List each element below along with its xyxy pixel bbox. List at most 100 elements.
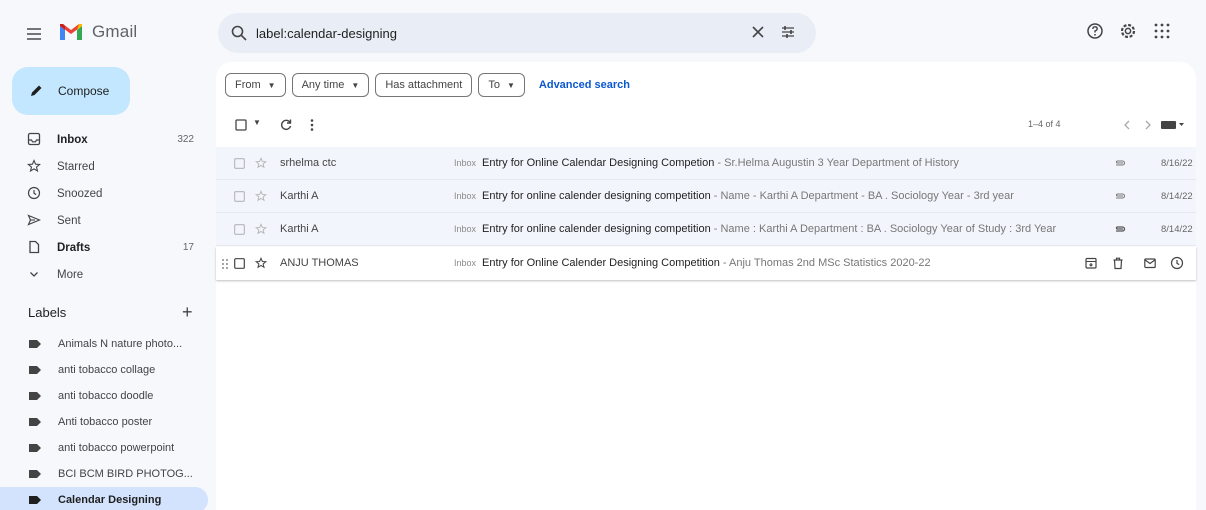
apps-grid-icon[interactable] (1153, 22, 1171, 40)
select-dropdown-icon[interactable]: ▼ (253, 118, 261, 127)
label-item[interactable]: Anti tobacco poster (0, 409, 208, 435)
search-bar[interactable] (218, 13, 816, 53)
label-item[interactable]: anti tobacco powerpoint (0, 435, 208, 461)
inbox-icon (27, 132, 41, 146)
compose-button[interactable]: Compose (12, 67, 130, 115)
row-checkbox[interactable] (234, 258, 245, 269)
row-checkbox[interactable] (234, 224, 245, 235)
label-tag-icon (29, 496, 41, 504)
refresh-icon[interactable] (279, 118, 293, 132)
chevron-right-icon[interactable] (1142, 118, 1154, 132)
sidebar-item-more[interactable]: More (0, 261, 208, 288)
chevron-down-icon (27, 267, 41, 281)
label-item[interactable]: BCI BCM BIRD PHOTOG... (0, 461, 208, 487)
send-icon (27, 213, 41, 227)
sidebar-item-starred[interactable]: Starred (0, 153, 208, 180)
search-filter-chips: From ▼ Any time ▼ Has attachment To ▼ Advan… (225, 73, 630, 97)
sidebar-item-label: Sent (57, 214, 81, 227)
inbox-label-tag[interactable]: Inbox (454, 224, 476, 234)
attachment-filter-chip[interactable]: Has attachment (375, 73, 473, 97)
create-label-button[interactable]: + (182, 302, 193, 323)
sidebar-item-snoozed[interactable]: Snoozed (0, 180, 208, 207)
clear-search-icon[interactable] (749, 23, 767, 41)
search-icon[interactable] (230, 24, 248, 42)
star-icon[interactable] (255, 257, 267, 269)
inbox-label-tag[interactable]: Inbox (454, 191, 476, 201)
email-row[interactable]: srhelma ctc Inbox Entry for Online Calen… (216, 147, 1196, 180)
sidebar-nav: Inbox 322 Starred Snoozed Sent Drafts 17… (0, 126, 208, 288)
email-subject: Entry for online calender designing comp… (482, 223, 711, 235)
label-tag-icon (29, 418, 41, 426)
email-row[interactable]: Karthi A Inbox Entry for online calender… (216, 213, 1196, 246)
row-checkbox[interactable] (234, 191, 245, 202)
gmail-logo[interactable]: Gmail (58, 22, 137, 42)
label-item[interactable]: anti tobacco doodle (0, 383, 208, 409)
label-item-calendar-designing[interactable]: Calendar Designing (0, 487, 208, 510)
time-filter-chip[interactable]: Any time ▼ (291, 73, 370, 97)
pencil-icon (28, 83, 44, 99)
sidebar-item-drafts[interactable]: Drafts 17 (0, 234, 208, 261)
email-date: 8/14/22 (1161, 224, 1193, 235)
sidebar-item-inbox[interactable]: Inbox 322 (0, 126, 208, 153)
main-menu-icon[interactable] (24, 24, 44, 44)
attachment-icon (1114, 223, 1128, 237)
advanced-search-link[interactable]: Advanced search (539, 73, 630, 97)
label-tag-icon (29, 340, 41, 348)
label-tag-icon (29, 366, 41, 374)
label-item[interactable]: Animals N nature photo... (0, 331, 208, 357)
label-item[interactable]: anti tobacco collage (0, 357, 208, 383)
inbox-label-tag[interactable]: Inbox (454, 258, 476, 268)
list-toolbar: ▼ 1–4 of 4 (216, 114, 1196, 138)
attachment-icon (1114, 190, 1128, 204)
inbox-label-tag[interactable]: Inbox (454, 158, 476, 168)
email-sender: srhelma ctc (280, 157, 337, 169)
label-name: Anti tobacco poster (58, 416, 153, 428)
delete-icon[interactable] (1111, 256, 1125, 270)
chevron-left-icon[interactable] (1121, 118, 1133, 132)
sidebar-item-label: Inbox (57, 133, 88, 146)
mark-unread-icon[interactable] (1143, 256, 1157, 270)
more-options-icon[interactable] (309, 118, 315, 132)
app-name: Gmail (92, 22, 138, 41)
search-input[interactable] (256, 25, 746, 41)
chip-label: Any time (301, 79, 345, 91)
email-subject: Entry for Online Calendar Designing Comp… (482, 157, 715, 169)
label-name: Calendar Designing (58, 494, 162, 506)
dropdown-caret-icon: ▼ (351, 80, 360, 90)
email-subject-line: Entry for Online Calender Designing Comp… (482, 257, 1062, 269)
star-icon[interactable] (255, 157, 267, 169)
star-icon (27, 159, 41, 173)
label-tag-icon (29, 470, 41, 478)
email-subject-line: Entry for Online Calendar Designing Comp… (482, 157, 1112, 169)
email-snippet: - Anju Thomas 2nd MSc Statistics 2020-22 (719, 257, 931, 269)
snooze-clock-icon[interactable] (1170, 256, 1184, 270)
settings-gear-icon[interactable] (1119, 22, 1137, 40)
help-icon[interactable] (1086, 22, 1104, 40)
search-options-icon[interactable] (779, 23, 797, 41)
sidebar-item-label: More (57, 268, 84, 281)
drag-handle-icon[interactable] (221, 258, 229, 270)
row-checkbox[interactable] (234, 158, 245, 169)
to-filter-chip[interactable]: To ▼ (478, 73, 525, 97)
archive-icon[interactable] (1084, 256, 1098, 270)
from-filter-chip[interactable]: From ▼ (225, 73, 286, 97)
chip-label: To (488, 79, 500, 91)
email-sender: Karthi A (280, 223, 319, 235)
mail-list-panel: From ▼ Any time ▼ Has attachment To ▼ Advan… (216, 62, 1196, 510)
label-name: anti tobacco doodle (58, 390, 154, 402)
email-row-hovered[interactable]: ANJU THOMAS Inbox Entry for Online Calen… (216, 247, 1196, 280)
email-subject-line: Entry for online calender designing comp… (482, 223, 1112, 235)
star-icon[interactable] (255, 223, 267, 235)
email-date: 8/14/22 (1161, 191, 1193, 202)
clock-icon (27, 186, 41, 200)
select-all-checkbox[interactable] (235, 119, 247, 131)
email-snippet: - Sr.Helma Augustin 3 Year Department of… (714, 157, 959, 169)
input-tools-keyboard-icon[interactable] (1161, 119, 1185, 131)
dropdown-caret-icon: ▼ (267, 80, 276, 90)
star-icon[interactable] (255, 190, 267, 202)
chip-label: From (235, 79, 261, 91)
label-tag-icon (29, 392, 41, 400)
sidebar-item-sent[interactable]: Sent (0, 207, 208, 234)
labels-list: Animals N nature photo... anti tobacco c… (0, 331, 208, 510)
email-row[interactable]: Karthi A Inbox Entry for online calender… (216, 180, 1196, 213)
